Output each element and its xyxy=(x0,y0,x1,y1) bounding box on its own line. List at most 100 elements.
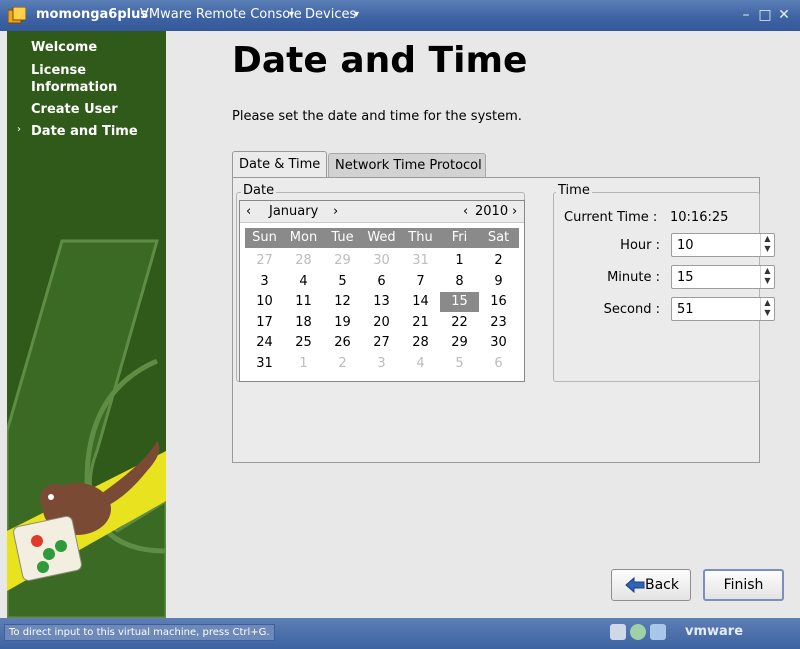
close-icon[interactable]: ✕ xyxy=(775,6,793,24)
console-menu[interactable]: VMware Remote Console xyxy=(140,7,302,22)
calendar-month: January xyxy=(269,204,319,219)
sidebar-item-welcome: Welcome xyxy=(31,40,98,55)
calendar-day-adjacent-month[interactable]: 6 xyxy=(479,354,518,374)
calendar-day-adjacent-month[interactable]: 30 xyxy=(362,251,401,271)
weekday-label: Thu xyxy=(408,230,433,245)
calendar-day[interactable]: 31 xyxy=(245,354,284,374)
vmware-logo: vmware xyxy=(685,624,743,639)
cdrom-device-icon[interactable] xyxy=(630,624,646,640)
calendar-day[interactable]: 1 xyxy=(440,251,479,271)
weekday-label: Sat xyxy=(487,230,510,245)
calendar-day[interactable]: 21 xyxy=(401,313,440,333)
momonga-mascot-artwork xyxy=(7,239,166,618)
minute-label: Minute : xyxy=(607,270,660,285)
installer-sidebar: Welcome License Information Create User … xyxy=(7,31,166,618)
status-bar: To direct input to this virtual machine,… xyxy=(0,618,800,649)
calendar-day-adjacent-month[interactable]: 31 xyxy=(401,251,440,271)
weekday-label: Fri xyxy=(451,230,468,245)
calendar-day[interactable]: 24 xyxy=(245,333,284,353)
page-title: Date and Time xyxy=(232,40,528,81)
hour-spin-arrows-icon[interactable]: ▲ ▼ xyxy=(760,234,774,256)
calendar-day-adjacent-month[interactable]: 29 xyxy=(323,251,362,271)
usb-device-icon[interactable] xyxy=(650,624,666,640)
next-month-icon[interactable]: › xyxy=(333,204,338,219)
next-year-icon[interactable]: › xyxy=(512,204,517,219)
calendar-day-selected[interactable]: 15 xyxy=(440,292,479,312)
calendar-day[interactable]: 26 xyxy=(323,333,362,353)
calendar-day[interactable]: 25 xyxy=(284,333,323,353)
network-device-icon[interactable] xyxy=(610,624,626,640)
calendar-day[interactable]: 10 xyxy=(245,292,284,312)
calendar-day[interactable]: 3 xyxy=(245,272,284,292)
calendar-day-adjacent-month[interactable]: 3 xyxy=(362,354,401,374)
calendar-day[interactable]: 19 xyxy=(323,313,362,333)
tab-network-time-protocol[interactable]: Network Time Protocol xyxy=(328,153,486,178)
app-title: momonga6plus xyxy=(36,7,149,22)
maximize-icon[interactable]: □ xyxy=(756,6,774,24)
hour-label: Hour : xyxy=(620,238,660,253)
minute-spin-arrows-icon[interactable]: ▲ ▼ xyxy=(760,266,774,288)
calendar-day[interactable]: 4 xyxy=(284,272,323,292)
tab-date-and-time[interactable]: Date & Time xyxy=(232,151,327,178)
calendar-day[interactable]: 16 xyxy=(479,292,518,312)
second-spinbox[interactable]: 51 ▲ ▼ xyxy=(671,297,775,321)
weekday-label: Sun xyxy=(252,230,277,245)
back-button[interactable]: Back xyxy=(611,569,691,601)
hour-spinbox[interactable]: 10 ▲ ▼ xyxy=(671,233,775,257)
finish-button[interactable]: Finish xyxy=(703,569,784,601)
calendar-day[interactable]: 5 xyxy=(323,272,362,292)
vmware-logo-text: vmware xyxy=(685,624,744,639)
minute-spinbox[interactable]: 15 ▲ ▼ xyxy=(671,265,775,289)
sidebar-item-license-information: License Information xyxy=(31,63,118,95)
calendar-day[interactable]: 11 xyxy=(284,292,323,312)
second-spin-arrows-icon[interactable]: ▲ ▼ xyxy=(760,298,774,320)
finish-button-label: Finish xyxy=(723,577,764,593)
prev-year-icon[interactable]: ‹ xyxy=(463,204,468,219)
calendar-day[interactable]: 7 xyxy=(401,272,440,292)
devices-menu[interactable]: Devices xyxy=(305,7,356,22)
calendar-day[interactable]: 18 xyxy=(284,313,323,333)
calendar-day[interactable]: 6 xyxy=(362,272,401,292)
calendar-day[interactable]: 27 xyxy=(362,333,401,353)
weekday-label: Wed xyxy=(367,230,396,245)
calendar-day[interactable]: 2 xyxy=(479,251,518,271)
calendar-day[interactable]: 9 xyxy=(479,272,518,292)
prev-month-icon[interactable]: ‹ xyxy=(246,204,251,219)
calendar-day[interactable]: 29 xyxy=(440,333,479,353)
second-label: Second : xyxy=(603,302,660,317)
main-panel: Date and Time Please set the date and ti… xyxy=(166,31,794,618)
current-time-label: Current Time : xyxy=(564,210,658,225)
calendar-day[interactable]: 17 xyxy=(245,313,284,333)
current-time-value: 10:16:25 xyxy=(670,210,729,225)
calendar-day[interactable]: 20 xyxy=(362,313,401,333)
sidebar-item-date-and-time: Date and Time xyxy=(31,124,138,139)
calendar-day-adjacent-month[interactable]: 2 xyxy=(323,354,362,374)
calendar: ‹ January › ‹ 2010 › Sun Mon Tue Wed Thu Fri S… xyxy=(239,200,525,382)
calendar-year: 2010 xyxy=(475,204,509,219)
calendar-day[interactable]: 13 xyxy=(362,292,401,312)
calendar-day-adjacent-month[interactable]: 4 xyxy=(401,354,440,374)
back-button-label: Back xyxy=(645,577,679,593)
status-hint: To direct input to this virtual machine,… xyxy=(4,624,275,641)
console-menu-arrow-icon[interactable]: ▾ xyxy=(289,9,294,20)
calendar-day-adjacent-month[interactable]: 1 xyxy=(284,354,323,374)
calendar-day[interactable]: 14 xyxy=(401,292,440,312)
calendar-day-adjacent-month[interactable]: 27 xyxy=(245,251,284,271)
date-group-label: Date xyxy=(241,183,277,198)
minute-value: 15 xyxy=(677,270,694,285)
calendar-header: ‹ January › ‹ 2010 › xyxy=(240,201,524,223)
second-value: 51 xyxy=(677,302,694,317)
calendar-day[interactable]: 8 xyxy=(440,272,479,292)
calendar-day[interactable]: 12 xyxy=(323,292,362,312)
calendar-day-adjacent-month[interactable]: 5 xyxy=(440,354,479,374)
devices-menu-arrow-icon[interactable]: ▾ xyxy=(354,9,359,20)
calendar-day[interactable]: 30 xyxy=(479,333,518,353)
vmware-app-icon xyxy=(8,7,26,24)
calendar-day[interactable]: 22 xyxy=(440,313,479,333)
calendar-day[interactable]: 28 xyxy=(401,333,440,353)
minimize-icon[interactable]: – xyxy=(737,6,755,24)
calendar-day-adjacent-month[interactable]: 28 xyxy=(284,251,323,271)
vm-console-window: momonga6plus VMware Remote Console ▾ Dev… xyxy=(0,0,800,649)
hour-value: 10 xyxy=(677,238,694,253)
calendar-day[interactable]: 23 xyxy=(479,313,518,333)
